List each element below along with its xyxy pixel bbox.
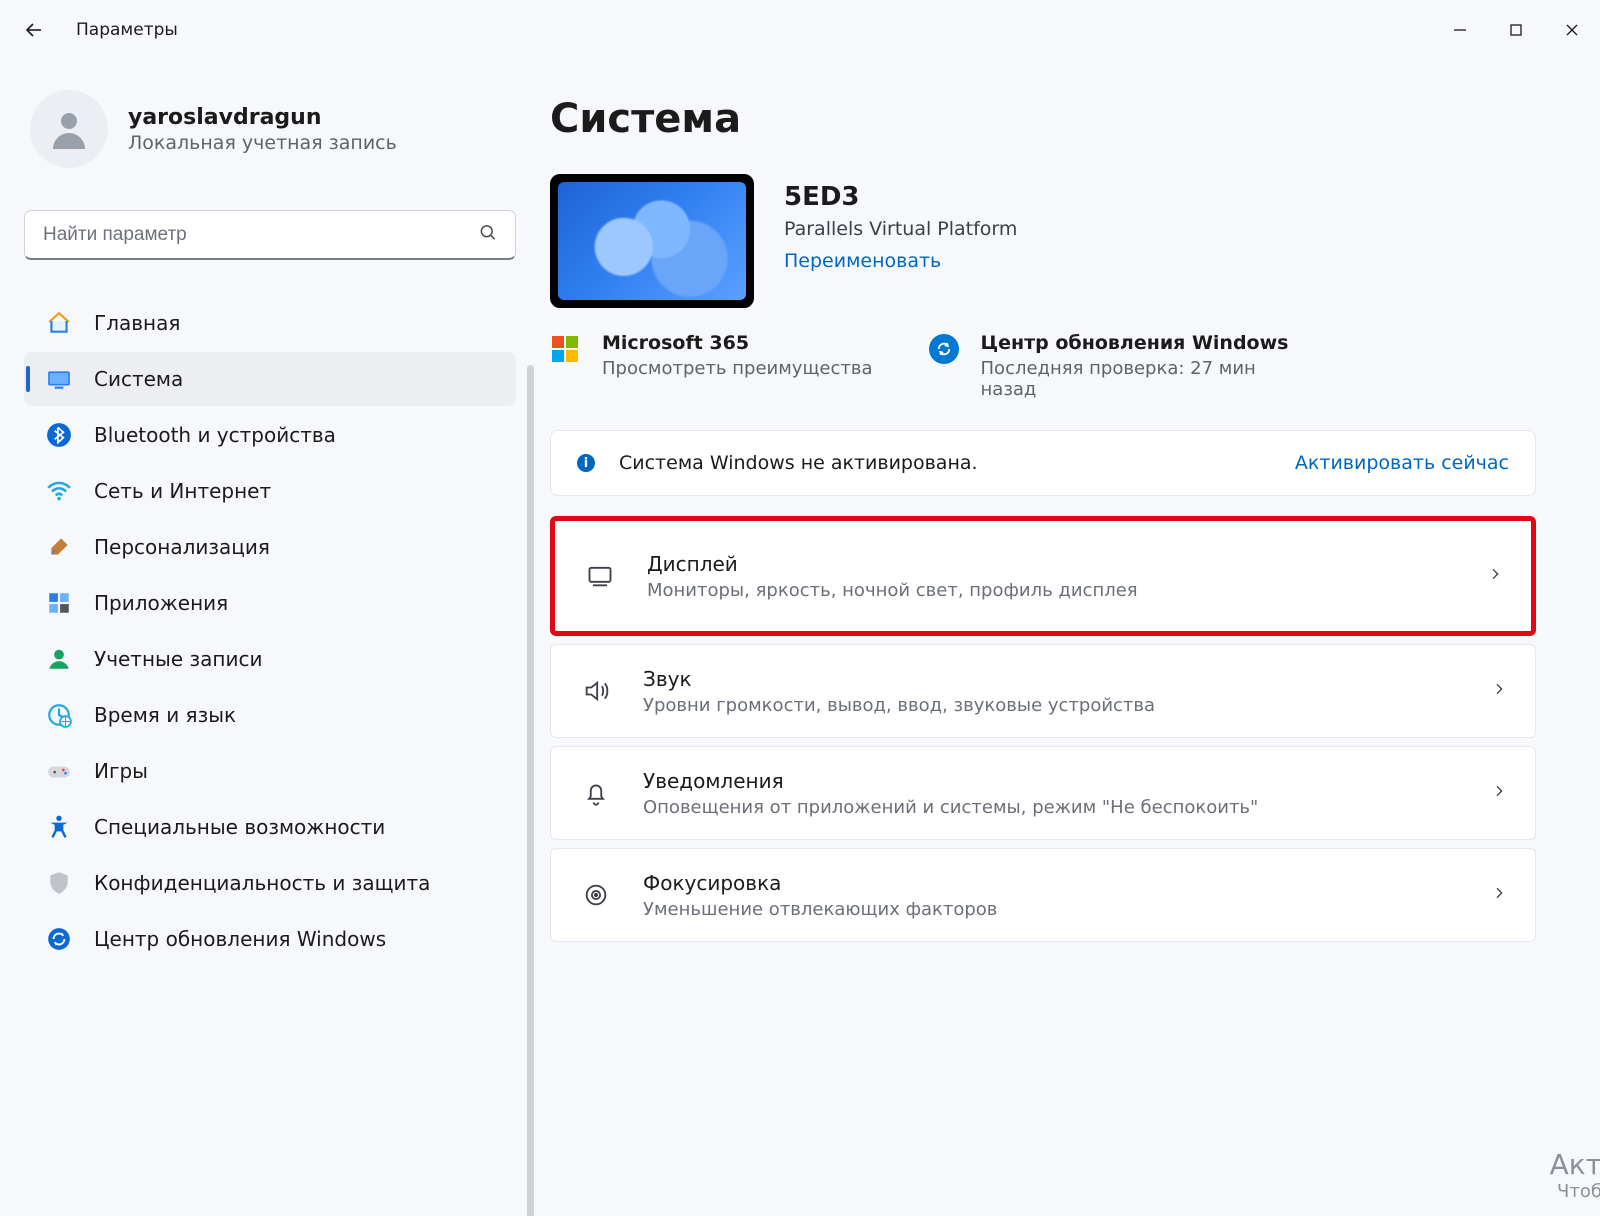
back-button[interactable] xyxy=(22,18,46,42)
sidebar-item-network[interactable]: Сеть и Интернет xyxy=(24,464,516,518)
chevron-right-icon xyxy=(1491,783,1507,804)
user-block[interactable]: yaroslavdragun Локальная учетная запись xyxy=(24,90,516,168)
sidebar-item-label: Центр обновления Windows xyxy=(94,927,386,951)
minimize-button[interactable] xyxy=(1432,8,1488,52)
device-thumbnail[interactable] xyxy=(550,174,754,308)
sidebar-item-accounts[interactable]: Учетные записи xyxy=(24,632,516,686)
bell-icon xyxy=(579,779,613,807)
tile-title: Microsoft 365 xyxy=(602,332,873,354)
window-controls xyxy=(1432,8,1600,52)
main-content: Система 5ED3 Parallels Virtual Platform … xyxy=(540,60,1600,1216)
chevron-right-icon xyxy=(1491,681,1507,702)
avatar xyxy=(30,90,108,168)
tile-microsoft-365[interactable]: Microsoft 365 Просмотреть преимущества xyxy=(550,332,873,400)
system-icon xyxy=(46,366,72,392)
tile-title: Центр обновления Windows xyxy=(981,332,1289,354)
user-name: yaroslavdragun xyxy=(128,105,397,130)
sidebar-item-label: Время и язык xyxy=(94,703,236,727)
sidebar-item-label: Приложения xyxy=(94,591,228,615)
device-block: 5ED3 Parallels Virtual Platform Переимен… xyxy=(550,174,1560,308)
card-title: Звук xyxy=(643,667,1461,691)
nav-list: Главная Система Bluetooth и устройства С… xyxy=(24,296,516,966)
sidebar-item-label: Игры xyxy=(94,759,148,783)
card-title: Дисплей xyxy=(647,552,1457,576)
bluetooth-icon xyxy=(46,422,72,448)
sidebar-item-personalization[interactable]: Персонализация xyxy=(24,520,516,574)
app-title: Параметры xyxy=(76,20,178,40)
sidebar-item-label: Конфиденциальность и защита xyxy=(94,871,430,895)
sidebar-item-label: Система xyxy=(94,367,183,391)
apps-icon xyxy=(46,590,72,616)
tile-subtitle: Последняя проверка: 27 мин назад xyxy=(981,358,1281,400)
activation-banner: i Система Windows не активирована. Актив… xyxy=(550,430,1536,496)
sidebar-item-time-language[interactable]: Время и язык xyxy=(24,688,516,742)
accessibility-icon xyxy=(46,814,72,840)
card-subtitle: Уменьшение отвлекающих факторов xyxy=(643,899,1461,920)
sound-icon xyxy=(579,677,613,705)
activation-banner-text: Система Windows не активирована. xyxy=(619,452,1271,474)
brush-icon xyxy=(46,534,72,560)
titlebar: Параметры xyxy=(0,0,1600,60)
maximize-button[interactable] xyxy=(1488,8,1544,52)
card-focus[interactable]: Фокусировка Уменьшение отвлекающих факто… xyxy=(550,848,1536,942)
page-title: Система xyxy=(550,96,1560,142)
tile-subtitle: Просмотреть преимущества xyxy=(602,358,873,379)
sidebar-item-apps[interactable]: Приложения xyxy=(24,576,516,630)
chevron-right-icon xyxy=(1487,566,1503,587)
update-icon xyxy=(46,926,72,952)
shield-icon xyxy=(46,870,72,896)
sidebar-item-system[interactable]: Система xyxy=(24,352,516,406)
sidebar-item-gaming[interactable]: Игры xyxy=(24,744,516,798)
accounts-icon xyxy=(46,646,72,672)
info-icon: i xyxy=(577,454,595,472)
sidebar-item-label: Специальные возможности xyxy=(94,815,385,839)
sidebar-item-label: Главная xyxy=(94,311,180,335)
close-button[interactable] xyxy=(1544,8,1600,52)
sidebar-item-home[interactable]: Главная xyxy=(24,296,516,350)
display-icon xyxy=(583,562,617,590)
sidebar-item-label: Персонализация xyxy=(94,535,270,559)
sidebar-item-accessibility[interactable]: Специальные возможности xyxy=(24,800,516,854)
microsoft-logo-icon xyxy=(550,334,580,364)
chevron-right-icon xyxy=(1491,885,1507,906)
search-icon xyxy=(478,223,498,248)
device-wallpaper xyxy=(558,182,746,300)
card-display[interactable]: Дисплей Мониторы, яркость, ночной свет, … xyxy=(550,516,1536,636)
user-subtitle: Локальная учетная запись xyxy=(128,132,397,154)
search-input[interactable] xyxy=(24,210,516,260)
card-subtitle: Уровни громкости, вывод, ввод, звуковые … xyxy=(643,695,1461,716)
gamepad-icon xyxy=(46,758,72,784)
sidebar-item-label: Bluetooth и устройства xyxy=(94,423,336,447)
sidebar: yaroslavdragun Локальная учетная запись … xyxy=(0,60,540,1216)
card-subtitle: Мониторы, яркость, ночной свет, профиль … xyxy=(647,580,1457,601)
sidebar-item-privacy[interactable]: Конфиденциальность и защита xyxy=(24,856,516,910)
card-title: Уведомления xyxy=(643,769,1461,793)
settings-cards: Дисплей Мониторы, яркость, ночной свет, … xyxy=(550,516,1536,942)
activation-watermark: Акт Чтоб xyxy=(1550,1148,1600,1202)
tile-windows-update[interactable]: Центр обновления Windows Последняя прове… xyxy=(929,332,1289,400)
device-rename-link[interactable]: Переименовать xyxy=(784,250,941,272)
search-wrap xyxy=(24,210,516,260)
sidebar-item-label: Учетные записи xyxy=(94,647,262,671)
card-sound[interactable]: Звук Уровни громкости, вывод, ввод, звук… xyxy=(550,644,1536,738)
sidebar-item-bluetooth[interactable]: Bluetooth и устройства xyxy=(24,408,516,462)
device-name: 5ED3 xyxy=(784,182,1017,212)
home-icon xyxy=(46,310,72,336)
clock-globe-icon xyxy=(46,702,72,728)
card-title: Фокусировка xyxy=(643,871,1461,895)
card-subtitle: Оповещения от приложений и системы, режи… xyxy=(643,797,1461,818)
device-platform: Parallels Virtual Platform xyxy=(784,218,1017,240)
card-notifications[interactable]: Уведомления Оповещения от приложений и с… xyxy=(550,746,1536,840)
sidebar-item-windows-update[interactable]: Центр обновления Windows xyxy=(24,912,516,966)
sidebar-scrollbar[interactable] xyxy=(527,365,534,1216)
sync-icon xyxy=(929,334,959,364)
activate-now-link[interactable]: Активировать сейчас xyxy=(1295,452,1509,474)
sidebar-item-label: Сеть и Интернет xyxy=(94,479,271,503)
focus-icon xyxy=(579,881,613,909)
tiles-row: Microsoft 365 Просмотреть преимущества Ц… xyxy=(550,332,1560,400)
wifi-icon xyxy=(46,478,72,504)
